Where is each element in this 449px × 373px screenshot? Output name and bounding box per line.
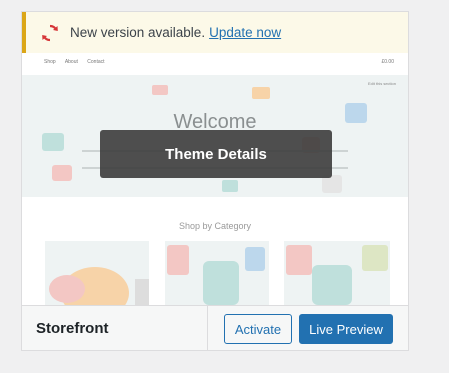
update-notice: New version available. Update now [22,12,408,53]
tshirts-illustration [286,245,388,305]
preview-nav-item: Contact [87,59,105,65]
hats-illustration [49,267,149,305]
theme-card: New version available. Update now Shop A… [21,11,409,351]
preview-nav: Shop About Contact £0.00 [22,53,408,75]
theme-name: Storefront [36,320,109,337]
preview-cart: £0.00 [381,59,394,65]
update-icon [42,24,58,41]
footer-divider [207,306,208,350]
update-now-link[interactable]: Update now [209,25,281,40]
preview-nav-item: About [64,59,78,65]
theme-screenshot[interactable]: Shop About Contact £0.00 Edit this secti… [22,53,408,305]
preview-nav-item: Shop [44,59,56,65]
activate-button[interactable]: Activate [224,314,292,344]
live-preview-button[interactable]: Live Preview [299,314,393,344]
category-tile [284,241,390,305]
section-title: Shop by Category [178,221,252,231]
theme-footer: Storefront Activate Live Preview [22,305,408,350]
category-tile [165,241,269,305]
update-message: New version available. [70,25,206,40]
theme-details-button[interactable]: Theme Details [100,130,332,178]
hoodies-illustration [167,245,265,305]
category-tile [45,241,149,305]
